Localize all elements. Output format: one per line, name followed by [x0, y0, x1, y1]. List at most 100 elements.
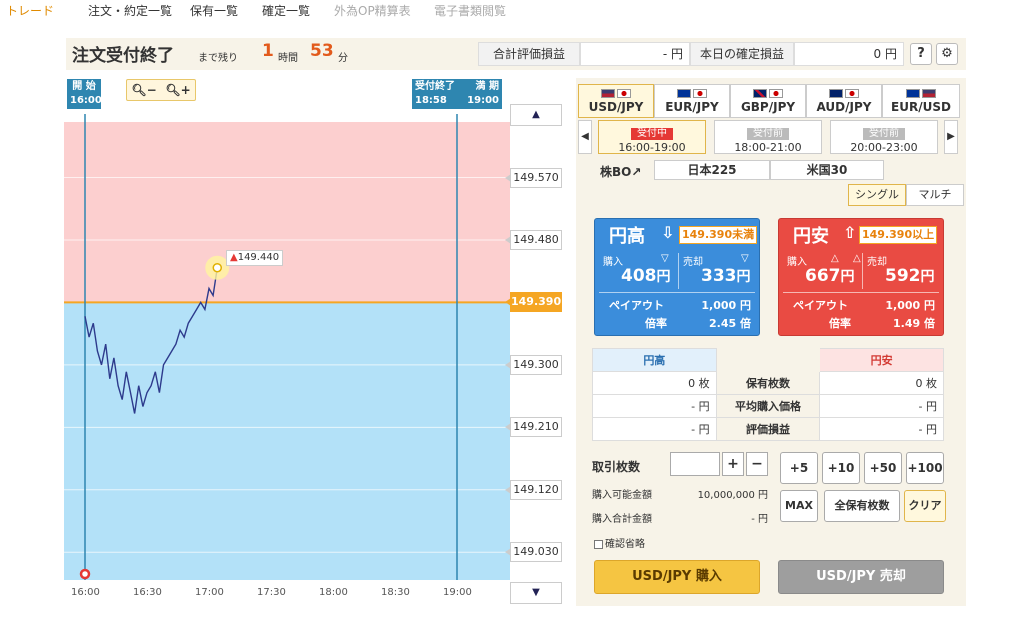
x-tick-label: 16:00 [71, 587, 100, 598]
inc-5-button[interactable]: +5 [780, 452, 818, 484]
session-3[interactable]: 受付前 20:00-23:00 [830, 120, 938, 154]
pair-label: EUR/JPY [665, 100, 719, 114]
row-label: 平均購入価格 [715, 394, 821, 418]
close-time: 18:58 [415, 95, 447, 106]
header-blank [715, 348, 821, 372]
session-time: 18:00-21:00 [734, 141, 802, 154]
confirm-skip-checkbox[interactable]: 確認省略 [594, 535, 645, 550]
session-next-button[interactable]: ▶ [944, 120, 958, 154]
nav-holdings[interactable]: 保有一覧 [190, 2, 238, 19]
triangle-down-icon: ▽ [661, 253, 669, 264]
table-row: 円高 円安 [592, 348, 944, 372]
pair-usdjpy[interactable]: USD/JPY [578, 84, 654, 118]
market-us30[interactable]: 米国30 [770, 160, 884, 180]
header-bar: 注文受付終了 まで残り 1 時間 53 分 合計評価損益 - 円 本日の確定損益… [66, 38, 966, 70]
nav-confirmed[interactable]: 確定一覧 [262, 2, 310, 19]
down-zone [64, 302, 510, 580]
session-2[interactable]: 受付前 18:00-21:00 [714, 120, 822, 154]
today-pl-label: 本日の確定損益 [690, 42, 794, 66]
max-button[interactable]: MAX [780, 490, 818, 522]
trade-panel [576, 78, 966, 606]
price-tick-label: 149.120 [505, 479, 562, 500]
qty-minus-button[interactable]: − [746, 452, 768, 476]
mode-multi[interactable]: マルチ [906, 184, 964, 206]
buy-price[interactable]: 667円 [805, 266, 855, 286]
top-nav: トレード 注文・約定一覧 保有一覧 確定一覧 外為OP精算表 電子書類閲覧 [0, 0, 1024, 22]
price-tick-label: 149.390 [505, 292, 562, 313]
expiry-label: 満 期 [475, 81, 499, 92]
pair-gbpjpy[interactable]: GBP/JPY [730, 84, 806, 118]
session-1[interactable]: 受付中 16:00-19:00 [598, 120, 706, 154]
rate-value: 2.45 倍 [709, 317, 751, 330]
yen-down-card[interactable]: 円安 ⇧ 149.390以上 購入 △ 667円 △ 売却 592円 ペイアウト… [778, 218, 944, 336]
clear-button[interactable]: クリア [904, 490, 946, 522]
pair-audjpy[interactable]: AUD/JPY [806, 84, 882, 118]
minutes-unit: 分 [338, 53, 348, 64]
yen-up-card[interactable]: 円高 ⇩ 149.390未満 購入 ▽ 408円 売却 ▽ 333円 ペイアウト… [594, 218, 760, 336]
inc-10-button[interactable]: +10 [822, 452, 860, 484]
nav-trade[interactable]: トレード [6, 2, 54, 19]
triangle-left-icon: ◀ [581, 131, 589, 142]
pair-eurjpy[interactable]: EUR/JPY [654, 84, 730, 118]
flag-icons [807, 85, 881, 99]
buy-price[interactable]: 408円 [621, 266, 671, 286]
qty-input[interactable] [670, 452, 720, 476]
zoom-out-button[interactable]: 🔍︎− [129, 81, 159, 99]
scroll-up-button[interactable]: ▲ [510, 104, 562, 126]
qty-plus-button[interactable]: + [722, 452, 744, 476]
inc-100-button[interactable]: +100 [906, 452, 944, 484]
today-pl-value: 0 円 [794, 42, 904, 66]
sell-price[interactable]: 333円 [701, 266, 751, 286]
buy-button[interactable]: USD/JPY 購入 [594, 560, 760, 594]
up-qty: 0 枚 [592, 371, 717, 395]
market-nikkei[interactable]: 日本225 [654, 160, 770, 180]
flag-icons [579, 85, 653, 99]
session-status: 受付前 [863, 128, 905, 140]
zoom-in-button[interactable]: 🔍︎+ [163, 81, 193, 99]
session-prev-button[interactable]: ◀ [578, 120, 592, 154]
mode-single[interactable]: シングル [848, 184, 906, 206]
arrow-up-icon: ⇧ [843, 223, 857, 242]
table-row: - 円 平均購入価格 - 円 [592, 394, 944, 418]
hours-unit: 時間 [278, 53, 298, 64]
header-yen-up: 円高 [592, 348, 717, 372]
scroll-down-button[interactable]: ▼ [510, 582, 562, 604]
stock-bo-link[interactable]: 株BO↗ [600, 163, 641, 180]
gear-icon: ⚙ [941, 46, 953, 61]
total-eval-value: - 円 [580, 42, 690, 66]
divider [599, 292, 755, 293]
triangle-up-icon: △ [831, 253, 839, 264]
row-label: 保有枚数 [715, 371, 821, 395]
settings-button[interactable]: ⚙ [936, 43, 958, 65]
price-chart[interactable] [64, 74, 510, 604]
close-label: 受付終了 [415, 81, 455, 92]
expiry-time: 19:00 [467, 95, 499, 106]
row-label: 評価損益 [715, 417, 821, 441]
sell-price[interactable]: 592円 [885, 266, 935, 286]
pair-label: USD/JPY [588, 100, 644, 114]
total-value: - 円 [751, 514, 768, 525]
qty-label: 取引枚数 [592, 460, 641, 474]
session-time: 16:00-19:00 [618, 141, 686, 154]
flag-icons [731, 85, 805, 99]
all-holdings-button[interactable]: 全保有枚数 [824, 490, 900, 522]
threshold: 149.390以上 [859, 226, 938, 244]
table-row: - 円 評価損益 - 円 [592, 417, 944, 441]
avail-value: 10,000,000 円 [697, 490, 768, 501]
buy-label: 購入 [787, 257, 807, 268]
x-tick-label: 18:00 [319, 587, 348, 598]
divider [678, 253, 679, 289]
x-tick-label: 17:00 [195, 587, 224, 598]
x-tick-label: 16:30 [133, 587, 162, 598]
triangle-right-icon: ▶ [947, 131, 955, 142]
nav-documents: 電子書類閲覧 [434, 4, 507, 18]
nav-orders[interactable]: 注文・約定一覧 [88, 2, 172, 19]
payout-value: 1,000 円 [701, 299, 751, 312]
nav-settlement: 外為OP精算表 [334, 4, 411, 18]
help-button[interactable]: ? [910, 43, 932, 65]
inc-50-button[interactable]: +50 [864, 452, 902, 484]
divider [862, 253, 863, 289]
pair-eurusd[interactable]: EUR/USD [882, 84, 960, 118]
rate-label: 倍率 [645, 317, 667, 330]
sell-button[interactable]: USD/JPY 売却 [778, 560, 944, 594]
